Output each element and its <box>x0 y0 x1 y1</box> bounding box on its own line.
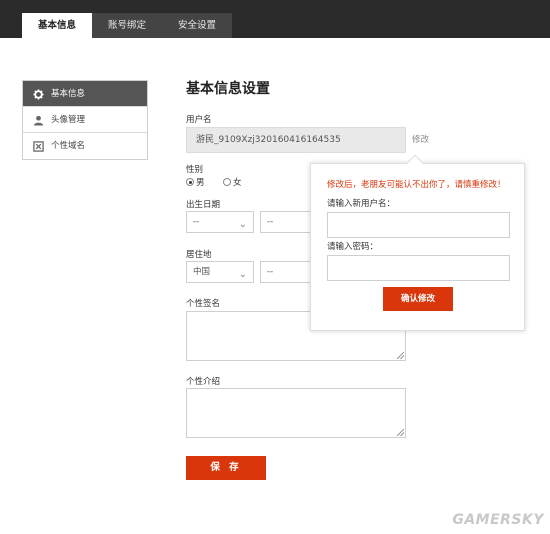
gender-female-radio[interactable]: 女 <box>223 176 242 188</box>
intro-label: 个性介绍 <box>186 377 221 387</box>
tab-account-binding[interactable]: 账号绑定 <box>92 13 162 38</box>
gamersky-watermark: GAMERSKY <box>452 512 544 528</box>
gender-male-label: 男 <box>196 178 205 188</box>
chevron-down-icon: ⌄ <box>238 219 247 230</box>
resize-grip-icon[interactable] <box>397 429 404 436</box>
gender-male-radio[interactable]: 男 <box>186 176 205 188</box>
password-label: 请输入密码： <box>327 242 379 252</box>
username-label: 用户名 <box>186 115 212 125</box>
domain-icon <box>33 141 44 152</box>
tab-security-settings[interactable]: 安全设置 <box>162 13 232 38</box>
birthday-year-value: -- <box>193 217 200 227</box>
radio-checked-icon <box>186 178 194 186</box>
sidebar-item-domain[interactable]: 个性域名 <box>23 133 147 159</box>
sidebar-item-label: 个性域名 <box>51 141 86 151</box>
sidebar-item-label: 头像管理 <box>51 115 86 125</box>
birthday-month-select[interactable]: -- <box>260 211 310 233</box>
sidebar-item-avatar[interactable]: 头像管理 <box>23 107 147 133</box>
confirm-change-button[interactable]: 确认修改 <box>383 287 453 311</box>
birthday-label: 出生日期 <box>186 200 221 210</box>
username-field: 游民_9109Xzj320160416164535 <box>186 127 406 153</box>
sidebar: 基本信息 头像管理 个性域名 <box>22 80 148 160</box>
password-input[interactable] <box>327 255 510 281</box>
residence-country-select[interactable]: 中国 ⌄ <box>186 261 254 283</box>
gear-icon <box>33 89 44 100</box>
page-title: 基本信息设置 <box>186 81 270 97</box>
save-button[interactable]: 保 存 <box>186 456 266 480</box>
resize-grip-icon[interactable] <box>397 352 404 359</box>
intro-textarea[interactable] <box>186 388 406 438</box>
residence-country-value: 中国 <box>193 267 211 277</box>
gender-label: 性别 <box>186 165 204 175</box>
birthday-month-value: -- <box>267 217 274 227</box>
tab-basic-info[interactable]: 基本信息 <box>22 13 92 38</box>
change-username-popup: 修改后，老朋友可能认不出你了，请慎重修改！ 请输入新用户名： 请输入密码： 确认… <box>310 154 525 331</box>
new-username-label: 请输入新用户名： <box>327 199 396 209</box>
chevron-down-icon: ⌄ <box>238 269 247 280</box>
residence-region-select[interactable]: -- <box>260 261 310 283</box>
edit-username-link[interactable]: 修改 <box>412 133 429 145</box>
new-username-input[interactable] <box>327 212 510 238</box>
residence-region-value: -- <box>267 267 274 277</box>
signature-label: 个性签名 <box>186 299 221 309</box>
user-icon <box>33 115 44 126</box>
gender-female-label: 女 <box>233 178 242 188</box>
sidebar-item-basic-info[interactable]: 基本信息 <box>23 81 147 107</box>
residence-label: 居住地 <box>186 250 212 260</box>
sidebar-item-label: 基本信息 <box>51 89 86 99</box>
radio-unchecked-icon <box>223 178 231 186</box>
popup-arrow <box>406 154 424 172</box>
birthday-year-select[interactable]: -- ⌄ <box>186 211 254 233</box>
popup-warning-text: 修改后，老朋友可能认不出你了，请慎重修改！ <box>327 180 506 190</box>
top-nav-bar: 基本信息 账号绑定 安全设置 <box>0 0 550 38</box>
